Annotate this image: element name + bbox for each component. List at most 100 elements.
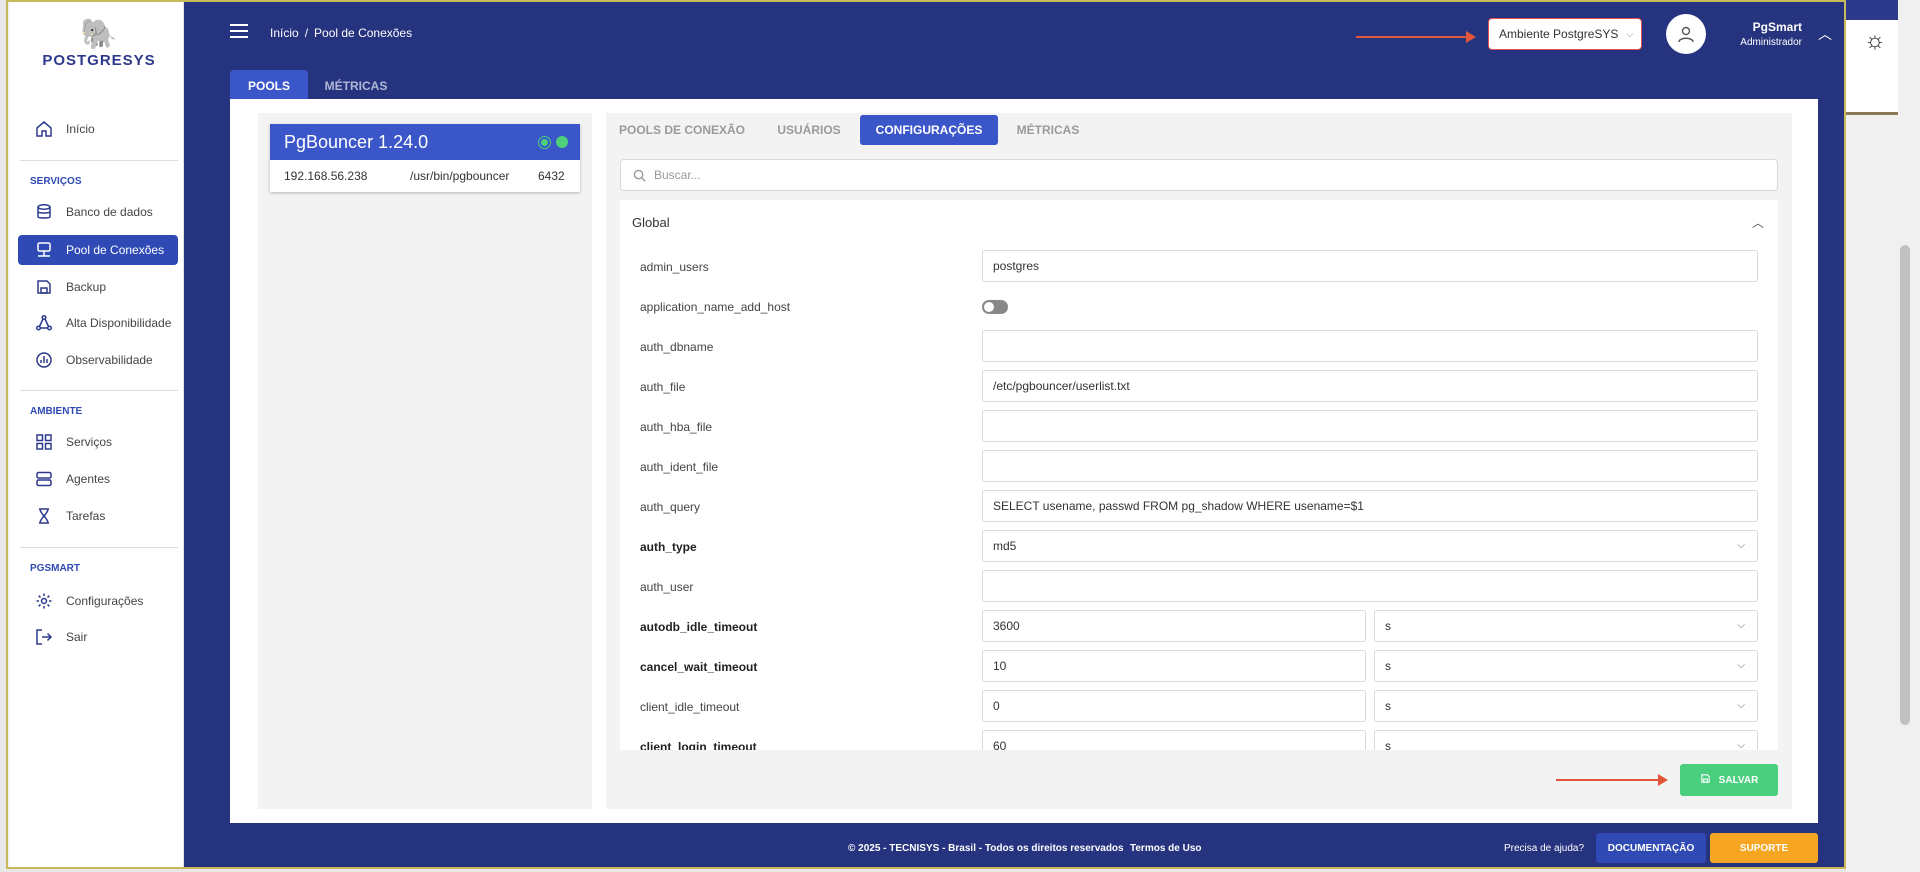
sidebar-item-alta-disponibilidade[interactable]: Alta Disponibilidade [18,308,178,338]
pool-card-header: PgBouncer 1.24.0 [270,124,580,160]
top-header: Início / Pool de Conexões Ambiente Postgre… [184,2,1844,102]
support-button[interactable]: SUPORTE [1710,833,1818,863]
status-indicator-icon [539,137,550,148]
sidebar-item-label: Agentes [66,472,111,486]
tab-configuracoes[interactable]: CONFIGURAÇÕES [860,115,998,145]
save-button[interactable]: SALVAR [1680,764,1778,796]
pool-card[interactable]: PgBouncer 1.24.0 192.168.56.238 /usr/bin… [270,124,580,192]
sidebar-divider [20,547,178,548]
documentation-button[interactable]: DOCUMENTAÇÃO [1596,833,1706,863]
user-role: Administrador [1740,37,1802,48]
config-label: client_idle_timeout [640,700,740,714]
sidebar-item-label: Início [66,122,95,136]
gear-icon [34,591,54,611]
save-button-label: SALVAR [1718,774,1759,786]
annotation-arrow [1356,31,1476,43]
auth-type-select[interactable]: md5 ⌵ [982,530,1758,562]
tab-usuarios[interactable]: USUÁRIOS [760,115,858,145]
tab-metricas-pool[interactable]: MÉTRICAS [1004,115,1092,145]
page-scrollbar-thumb[interactable] [1900,245,1910,725]
user-icon [1678,26,1694,43]
auth-user-input[interactable] [982,570,1758,602]
environment-select[interactable]: Ambiente PostgreSYS ⌵ [1488,18,1642,50]
cancel-wait-timeout-input[interactable]: 10 [982,650,1366,682]
sidebar-item-configuracoes[interactable]: Configurações [18,586,178,616]
sidebar-item-inicio[interactable]: Início [18,114,178,144]
sidebar-section-servicos: SERVIÇOS [30,176,82,187]
chevron-up-icon[interactable]: ︿ [1752,214,1764,231]
autodb-idle-timeout-input[interactable]: 3600 [982,610,1366,642]
annotation-arrow [1556,774,1668,786]
config-label: admin_users [640,260,709,274]
sun-icon[interactable]: ☼ [1862,28,1888,54]
pool-title: PgBouncer 1.24.0 [284,131,429,152]
sidebar-item-observabilidade[interactable]: Observabilidade [18,345,178,375]
sidebar-item-pool-de-conexoes[interactable]: Pool de Conexões [18,235,178,265]
hamburger-menu-icon[interactable] [230,24,248,38]
config-label: application_name_add_host [640,300,791,314]
config-row-auth-file: auth_file /etc/pgbouncer/userlist.txt [640,370,1770,402]
sidebar-item-label: Pool de Conexões [66,243,165,257]
cancel-wait-timeout-unit-select[interactable]: s ⌵ [1374,650,1758,682]
sidebar-section-pgsmart: PGSMART [30,563,80,574]
avatar[interactable] [1666,14,1706,54]
tab-pools[interactable]: POOLS [230,70,308,102]
sidebar-item-label: Alta Disponibilidade [66,316,172,330]
auth-query-input[interactable]: SELECT usename, passwd FROM pg_shadow WH… [982,490,1758,522]
config-section-header[interactable]: Global ︿ [620,200,1778,244]
sidebar-item-label: Configurações [66,594,144,608]
chevron-up-icon[interactable]: ︿ [1818,24,1832,44]
application-name-add-host-toggle[interactable] [982,300,1008,314]
breadcrumb-item-inicio[interactable]: Início [270,26,299,40]
search-box [620,159,1778,191]
sidebar-divider [20,160,178,161]
sidebar-section-ambiente: AMBIENTE [30,406,83,417]
sidebar-item-tarefas[interactable]: Tarefas [18,501,178,531]
sidebar-item-banco-de-dados[interactable]: Banco de dados [18,197,178,227]
breadcrumb-item-current: Pool de Conexões [314,26,413,40]
search-icon [633,169,646,182]
nodes-icon [34,313,54,333]
tab-metricas[interactable]: MÉTRICAS [314,70,398,102]
config-label: auth_user [640,580,694,594]
autodb-idle-timeout-unit-select[interactable]: s ⌵ [1374,610,1758,642]
auth-hba-file-input[interactable] [982,410,1758,442]
config-row-admin-users: admin_users postgres [640,250,1770,282]
sidebar-divider [20,390,178,391]
sidebar-item-label: Observabilidade [66,353,153,367]
sidebar-item-sair[interactable]: Sair [18,622,178,652]
unit-value: s [1385,659,1391,673]
config-section-title: Global [632,214,670,230]
auth-ident-file-input[interactable] [982,450,1758,482]
unit-value: s [1385,619,1391,633]
client-login-timeout-unit-select[interactable]: s ⌵ [1374,730,1758,750]
save-icon [1700,773,1711,787]
terms-link[interactable]: Termos de Uso [1130,843,1202,854]
environment-select-value: Ambiente PostgreSYS [1499,27,1619,41]
background-window-bar [1846,0,1900,20]
sidebar-item-label: Banco de dados [66,205,153,219]
pool-details-row: 192.168.56.238 /usr/bin/pgbouncer 6432 [270,160,580,192]
admin-users-input[interactable]: postgres [982,250,1758,282]
sidebar-item-servicos[interactable]: Serviços [18,427,178,457]
elephant-logo-icon: 🐘 [80,18,118,51]
search-input[interactable] [654,168,1654,182]
server-network-icon [34,240,54,260]
logo[interactable]: 🐘 POSTGRESYS [24,18,174,74]
help-text: Precisa de ajuda? [1504,843,1585,854]
footer: © 2025 - TECNISYS - Brasil - Todos os di… [184,823,1844,867]
sidebar-item-backup[interactable]: Backup [18,272,178,302]
config-label: cancel_wait_timeout [640,660,758,674]
auth-dbname-input[interactable] [982,330,1758,362]
chevron-down-icon: ⌵ [1737,740,1745,750]
pool-path: /usr/bin/pgbouncer [410,169,510,183]
client-idle-timeout-input[interactable]: 0 [982,690,1366,722]
config-label: client_login_timeout [640,740,757,750]
chevron-down-icon: ⌵ [1737,620,1745,631]
sidebar-item-agentes[interactable]: Agentes [18,464,178,494]
client-idle-timeout-unit-select[interactable]: s ⌵ [1374,690,1758,722]
client-login-timeout-input[interactable]: 60 [982,730,1366,750]
auth-file-input[interactable]: /etc/pgbouncer/userlist.txt [982,370,1758,402]
sidebar-item-label: Backup [66,280,107,294]
tab-pools-de-conexao[interactable]: POOLS DE CONEXÃO [614,115,750,145]
